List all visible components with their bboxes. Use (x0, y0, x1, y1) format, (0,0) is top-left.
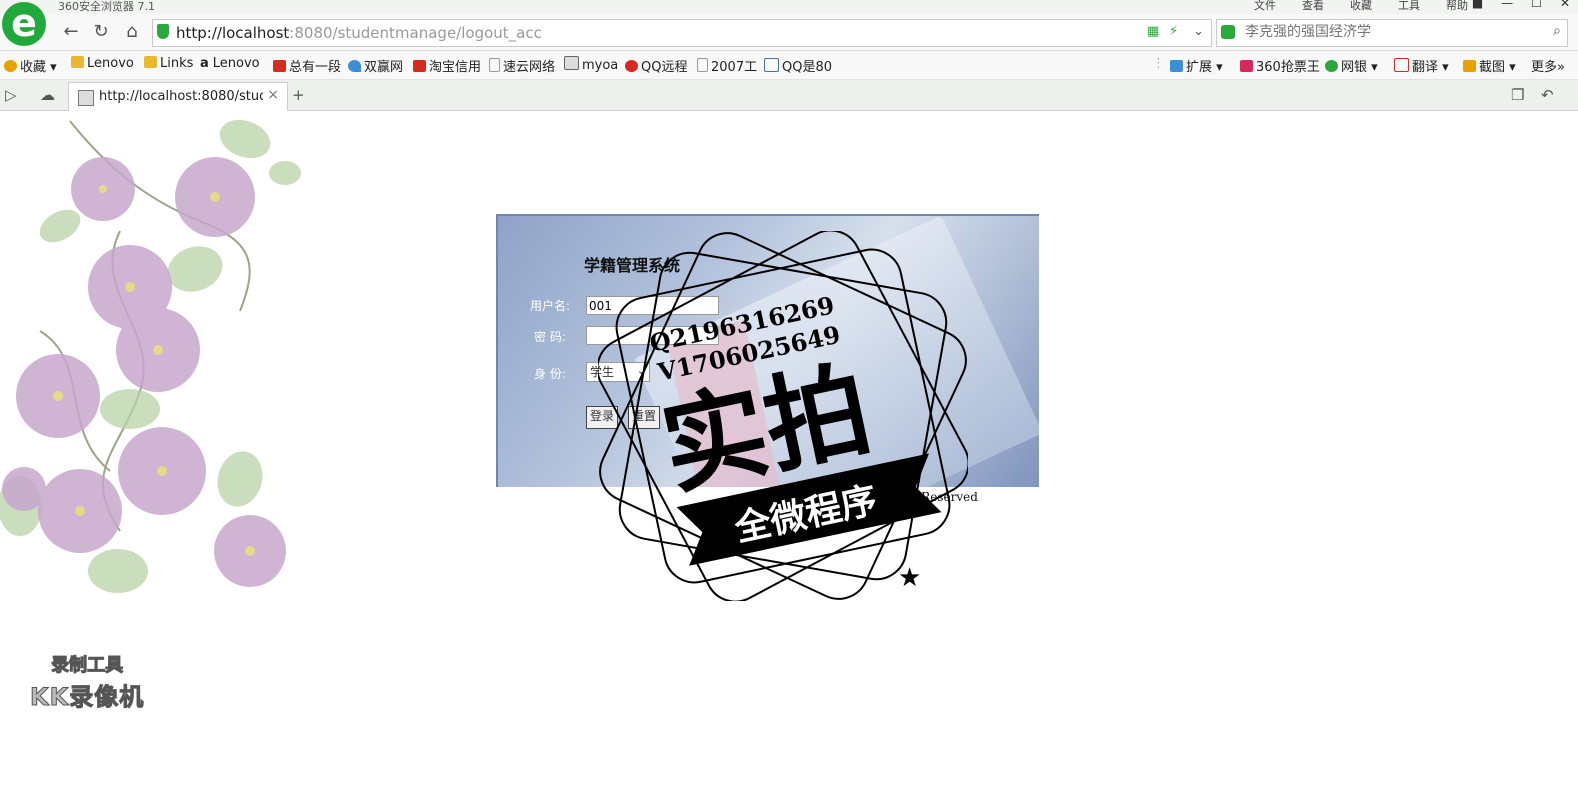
page-content: 学籍管理系统 用户名: 密 码: 身 份: 学生 ⌄ 登录 重置 ghts Re… (0, 111, 1578, 794)
bird-icon (348, 60, 361, 72)
bookmarks-bar: 收藏 ▾ Lenovo Links a Lenovo 总有一段 双赢网 淘宝信用 … (0, 51, 1578, 80)
search-engine-icon[interactable] (1221, 25, 1235, 39)
search-icon[interactable]: ⌕ (1553, 23, 1561, 39)
menu-item-help[interactable]: 帮助 (1446, 0, 1468, 13)
back-icon[interactable]: ← (60, 21, 82, 43)
star-right-icon: ★ (898, 563, 921, 593)
tab-close-icon[interactable]: × (267, 87, 279, 103)
new-tab-icon[interactable]: + (292, 86, 305, 104)
speed-mode-icon[interactable]: ⚡ (1169, 24, 1178, 39)
identity-label: 身 份: (534, 367, 566, 381)
username-label: 用户名: (530, 299, 571, 313)
security-shield-icon (157, 24, 169, 39)
online-banking-button[interactable]: 网银 ▾ (1325, 56, 1378, 75)
minimize-icon[interactable]: — (1501, 0, 1513, 10)
page-favicon-icon (78, 90, 94, 106)
refresh-icon[interactable]: ↻ (90, 21, 112, 43)
headline-icon (273, 60, 286, 72)
page-icon (697, 58, 708, 72)
extensions-button[interactable]: 扩展 ▾ (1170, 56, 1223, 75)
folder-icon (144, 56, 157, 68)
screenshot-button[interactable]: 截图 ▾ (1463, 56, 1516, 75)
translate-button[interactable]: 翻译 ▾ (1394, 56, 1449, 75)
bookmark-suyun[interactable]: 速云网络 (489, 56, 555, 75)
navigation-toolbar: ← ↻ ⌂ http://localhost:8080/studentmanag… (0, 14, 1578, 51)
qq-icon (625, 60, 638, 72)
tab-title: http://localhost:8080/student (99, 89, 263, 104)
password-label: 密 码: (534, 330, 566, 344)
taobao-icon (413, 60, 426, 72)
undo-close-icon[interactable]: ↶ (1541, 86, 1554, 104)
bookmark-qq80[interactable]: QQ是80 (764, 56, 832, 75)
folder-icon (71, 56, 84, 68)
tab-localhost[interactable]: http://localhost:8080/student × (68, 82, 288, 111)
bookmark-taobao-credit[interactable]: 淘宝信用 (413, 56, 481, 75)
close-icon[interactable]: ✕ (1560, 0, 1570, 10)
menu-item-view[interactable]: 查看 (1302, 0, 1324, 13)
address-url[interactable]: http://localhost:8080/studentmanage/logo… (176, 24, 542, 42)
cloud-icon[interactable]: ☁ (40, 86, 55, 104)
app-title: 360安全浏览器 7.1 (58, 0, 155, 13)
bookmark-myoa[interactable]: myoa (564, 56, 618, 73)
puzzle-icon (1170, 60, 1183, 72)
recorder-line-2: KK录像机 (29, 683, 145, 712)
home-icon[interactable]: ⌂ (121, 21, 143, 43)
vertical-scrollbar[interactable] (1566, 111, 1578, 794)
star-icon (4, 60, 17, 72)
search-input[interactable] (1243, 23, 1537, 41)
address-bar[interactable]: http://localhost:8080/studentmanage/logo… (152, 19, 1212, 47)
menu-item-favorites[interactable]: 收藏 (1350, 0, 1372, 13)
bookmark-lenovo-folder[interactable]: Lenovo (71, 56, 134, 71)
window-controls: ■ — ☐ ✕ (1472, 0, 1570, 10)
translate-icon (1394, 58, 1409, 72)
scissors-icon (1463, 60, 1476, 72)
bookmark-2007[interactable]: 2007工 (697, 56, 757, 75)
ticket-icon (1240, 60, 1253, 72)
recorder-line-1: 录制工具 (51, 655, 124, 677)
search-box[interactable]: ⌕ (1216, 19, 1568, 47)
bookmark-shuangying[interactable]: 双赢网 (348, 56, 403, 75)
title-bar: 360安全浏览器 7.1 文件 查看 收藏 工具 帮助 ■ — ☐ ✕ (0, 0, 1578, 14)
page-icon (489, 58, 500, 72)
menu-item-tools[interactable]: 工具 (1398, 0, 1420, 13)
tab-list-icon[interactable]: ❐ (1511, 86, 1524, 104)
toolbar-separator: ⋮ (1152, 56, 1165, 71)
url-host: http://localhost (176, 24, 290, 42)
skin-icon[interactable]: ■ (1472, 0, 1483, 10)
address-dropdown-icon[interactable]: ⌄ (1193, 24, 1204, 39)
recorder-watermark: 录制工具 KK录像机 (29, 651, 145, 712)
amazon-icon: a (200, 56, 209, 71)
yuan-icon (1325, 60, 1338, 72)
bookmark-headline[interactable]: 总有一段 (273, 56, 341, 75)
more-button[interactable]: 更多» (1531, 56, 1565, 75)
browser-logo-icon[interactable]: e (2, 2, 46, 46)
watermark-stamp: Q2196316269 V1706025649 实拍 全微程序 ★ ★ (598, 231, 968, 601)
menu-item-file[interactable]: 文件 (1254, 0, 1276, 13)
bookmark-favorites[interactable]: 收藏 ▾ (4, 56, 57, 75)
ticket-grabber-button[interactable]: 360抢票王 (1240, 56, 1320, 75)
bank-icon (764, 58, 779, 72)
qr-code-icon[interactable]: ▦ (1147, 24, 1159, 39)
maximize-icon[interactable]: ☐ (1531, 0, 1542, 10)
menu-bar: 文件 查看 收藏 工具 帮助 (1254, 0, 1468, 13)
url-path: :8080/studentmanage/logout_acc (289, 24, 542, 42)
morning-glory-decoration (0, 119, 301, 593)
tab-bar: ▷ ☁ http://localhost:8080/student × + ❐ … (0, 80, 1578, 111)
bookmark-qq-remote[interactable]: QQ远程 (625, 56, 687, 75)
sidebar-toggle-icon[interactable]: ▷ (5, 86, 17, 104)
bookmark-lenovo-amazon[interactable]: a Lenovo (200, 56, 260, 71)
bookmark-links-folder[interactable]: Links (144, 56, 193, 71)
image-icon (564, 56, 579, 70)
